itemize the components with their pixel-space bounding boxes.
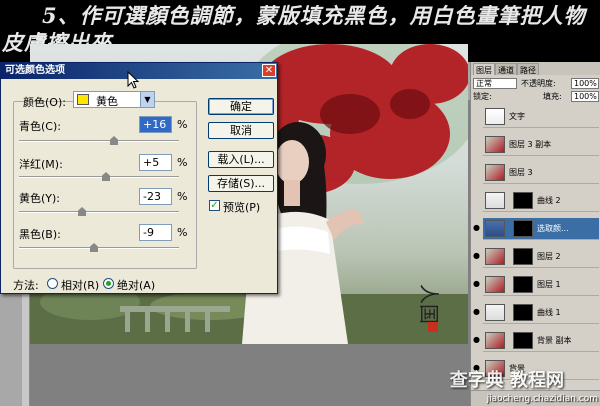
cancel-button[interactable]: 取消 <box>208 122 274 139</box>
layer-row[interactable]: ● 选取颜... <box>473 218 599 240</box>
colors-dropdown-value: 黄色 <box>96 95 118 108</box>
magenta-percent: % <box>177 156 188 169</box>
layer-row[interactable]: ● 背景 副本 <box>473 330 599 352</box>
layer-thumbnail <box>485 276 505 293</box>
layer-mask-thumbnail[interactable] <box>513 248 533 265</box>
layer-name: 曲线 2 <box>537 196 561 205</box>
yellow-label: 黄色(Y): <box>19 192 61 205</box>
layer-row[interactable]: 图层 3 副本 <box>483 134 599 156</box>
black-percent: % <box>177 226 188 239</box>
layer-name: 背景 副本 <box>537 336 572 345</box>
chevron-down-icon[interactable]: ▼ <box>140 92 154 107</box>
tab-layers[interactable]: 图层 <box>473 63 495 75</box>
opacity-input[interactable]: 100% <box>571 78 599 89</box>
magenta-value-input[interactable]: +5 <box>139 154 172 171</box>
eye-icon[interactable]: ● <box>473 252 480 260</box>
layer-row[interactable]: ● 图层 2 <box>473 246 599 268</box>
layer-name: 文字 <box>509 112 525 121</box>
cyan-percent: % <box>177 118 188 131</box>
relative-radio[interactable] <box>47 278 58 289</box>
eye-icon[interactable]: ● <box>473 224 480 232</box>
watermark-logo: 查字典 教程网 <box>449 370 564 391</box>
yellow-percent: % <box>177 190 188 203</box>
black-slider-track[interactable] <box>19 243 179 252</box>
blend-mode-select[interactable]: 正常 <box>473 78 517 89</box>
selective-color-dialog: 可选颜色选项 ✕ 颜色(O): 黄色 ▼ 青色(C): +16 % 洋红(M):… <box>0 62 278 294</box>
layer-name: 图层 2 <box>537 252 561 261</box>
layer-thumbnail <box>485 248 505 265</box>
colors-label: 颜色(O): <box>23 96 66 109</box>
layer-name: 图层 3 副本 <box>509 140 552 149</box>
layer-thumbnail <box>485 220 505 237</box>
colors-dropdown[interactable]: 黄色 ▼ <box>73 91 155 108</box>
close-icon[interactable]: ✕ <box>262 64 276 77</box>
eye-icon[interactable] <box>473 168 480 175</box>
load-button[interactable]: 载入(L)... <box>208 151 274 168</box>
black-value-input[interactable]: -9 <box>139 224 172 241</box>
layer-thumbnail <box>485 304 505 321</box>
mouse-pointer-icon <box>127 71 139 89</box>
cyan-slider-track[interactable] <box>19 136 179 145</box>
cyan-value-input[interactable]: +16 <box>139 116 172 133</box>
eye-icon[interactable] <box>473 196 480 203</box>
layer-mask-thumbnail[interactable] <box>513 276 533 293</box>
cyan-label: 青色(C): <box>19 120 61 133</box>
dialog-title: 可选颜色选项 <box>5 65 65 76</box>
lock-label: 锁定: <box>473 92 492 101</box>
layer-name: 选取颜... <box>537 224 569 233</box>
yellow-slider-track[interactable] <box>19 207 179 216</box>
method-label: 方法: <box>13 279 39 292</box>
save-button[interactable]: 存储(S)... <box>208 175 274 192</box>
absolute-radio[interactable] <box>103 278 114 289</box>
relative-label: 相对(R) <box>61 279 100 292</box>
absolute-label: 绝对(A) <box>117 279 156 292</box>
watermark-url: jiaocheng.chazidian.com <box>486 394 598 404</box>
layer-name: 曲线 1 <box>537 308 561 317</box>
eye-icon[interactable] <box>473 140 480 147</box>
fill-input[interactable]: 100% <box>571 91 599 102</box>
eye-icon[interactable]: ● <box>473 280 480 288</box>
layer-row[interactable]: 文字 <box>483 106 599 128</box>
layer-mask-thumbnail[interactable] <box>513 304 533 321</box>
layer-mask-thumbnail[interactable] <box>513 192 533 209</box>
layer-mask-thumbnail[interactable] <box>513 220 533 237</box>
layer-thumbnail <box>485 192 505 209</box>
opacity-label: 不透明度: <box>521 79 556 88</box>
tab-channels[interactable]: 通道 <box>495 63 517 75</box>
preview-label: 预览(P) <box>223 201 261 214</box>
svg-text:人国: 人国 <box>417 284 441 324</box>
eye-icon[interactable]: ● <box>473 308 480 316</box>
tab-paths[interactable]: 路径 <box>517 63 539 75</box>
yellow-swatch-icon <box>77 94 89 105</box>
eye-icon[interactable] <box>473 112 480 119</box>
layer-thumbnail <box>485 108 505 125</box>
ok-button[interactable]: 确定 <box>208 98 274 115</box>
yellow-value-input[interactable]: -23 <box>139 188 172 205</box>
layer-row[interactable]: 图层 3 <box>483 162 599 184</box>
preview-checkbox[interactable]: ✓ <box>209 200 220 211</box>
layer-thumbnail <box>485 332 505 349</box>
black-label: 黑色(B): <box>19 228 61 241</box>
layers-panel: 图层 通道 路径 正常 不透明度: 100% 锁定: 填充: 100% 文字 图层… <box>470 62 600 406</box>
layer-thumbnail <box>485 136 505 153</box>
layer-row[interactable]: 曲线 2 <box>483 190 599 212</box>
dialog-titlebar[interactable]: 可选颜色选项 ✕ <box>1 63 277 79</box>
layers-panel-tabs: 图层 通道 路径 <box>471 62 600 75</box>
layer-row[interactable]: ● 图层 1 <box>473 274 599 296</box>
eye-icon[interactable]: ● <box>473 336 480 344</box>
layer-mask-thumbnail[interactable] <box>513 332 533 349</box>
magenta-label: 洋红(M): <box>19 158 63 171</box>
layer-thumbnail <box>485 164 505 181</box>
layer-name: 图层 1 <box>537 280 561 289</box>
magenta-slider-track[interactable] <box>19 172 179 181</box>
layer-name: 图层 3 <box>509 168 533 177</box>
layer-row[interactable]: ● 曲线 1 <box>473 302 599 324</box>
fill-label: 填充: <box>543 92 562 101</box>
